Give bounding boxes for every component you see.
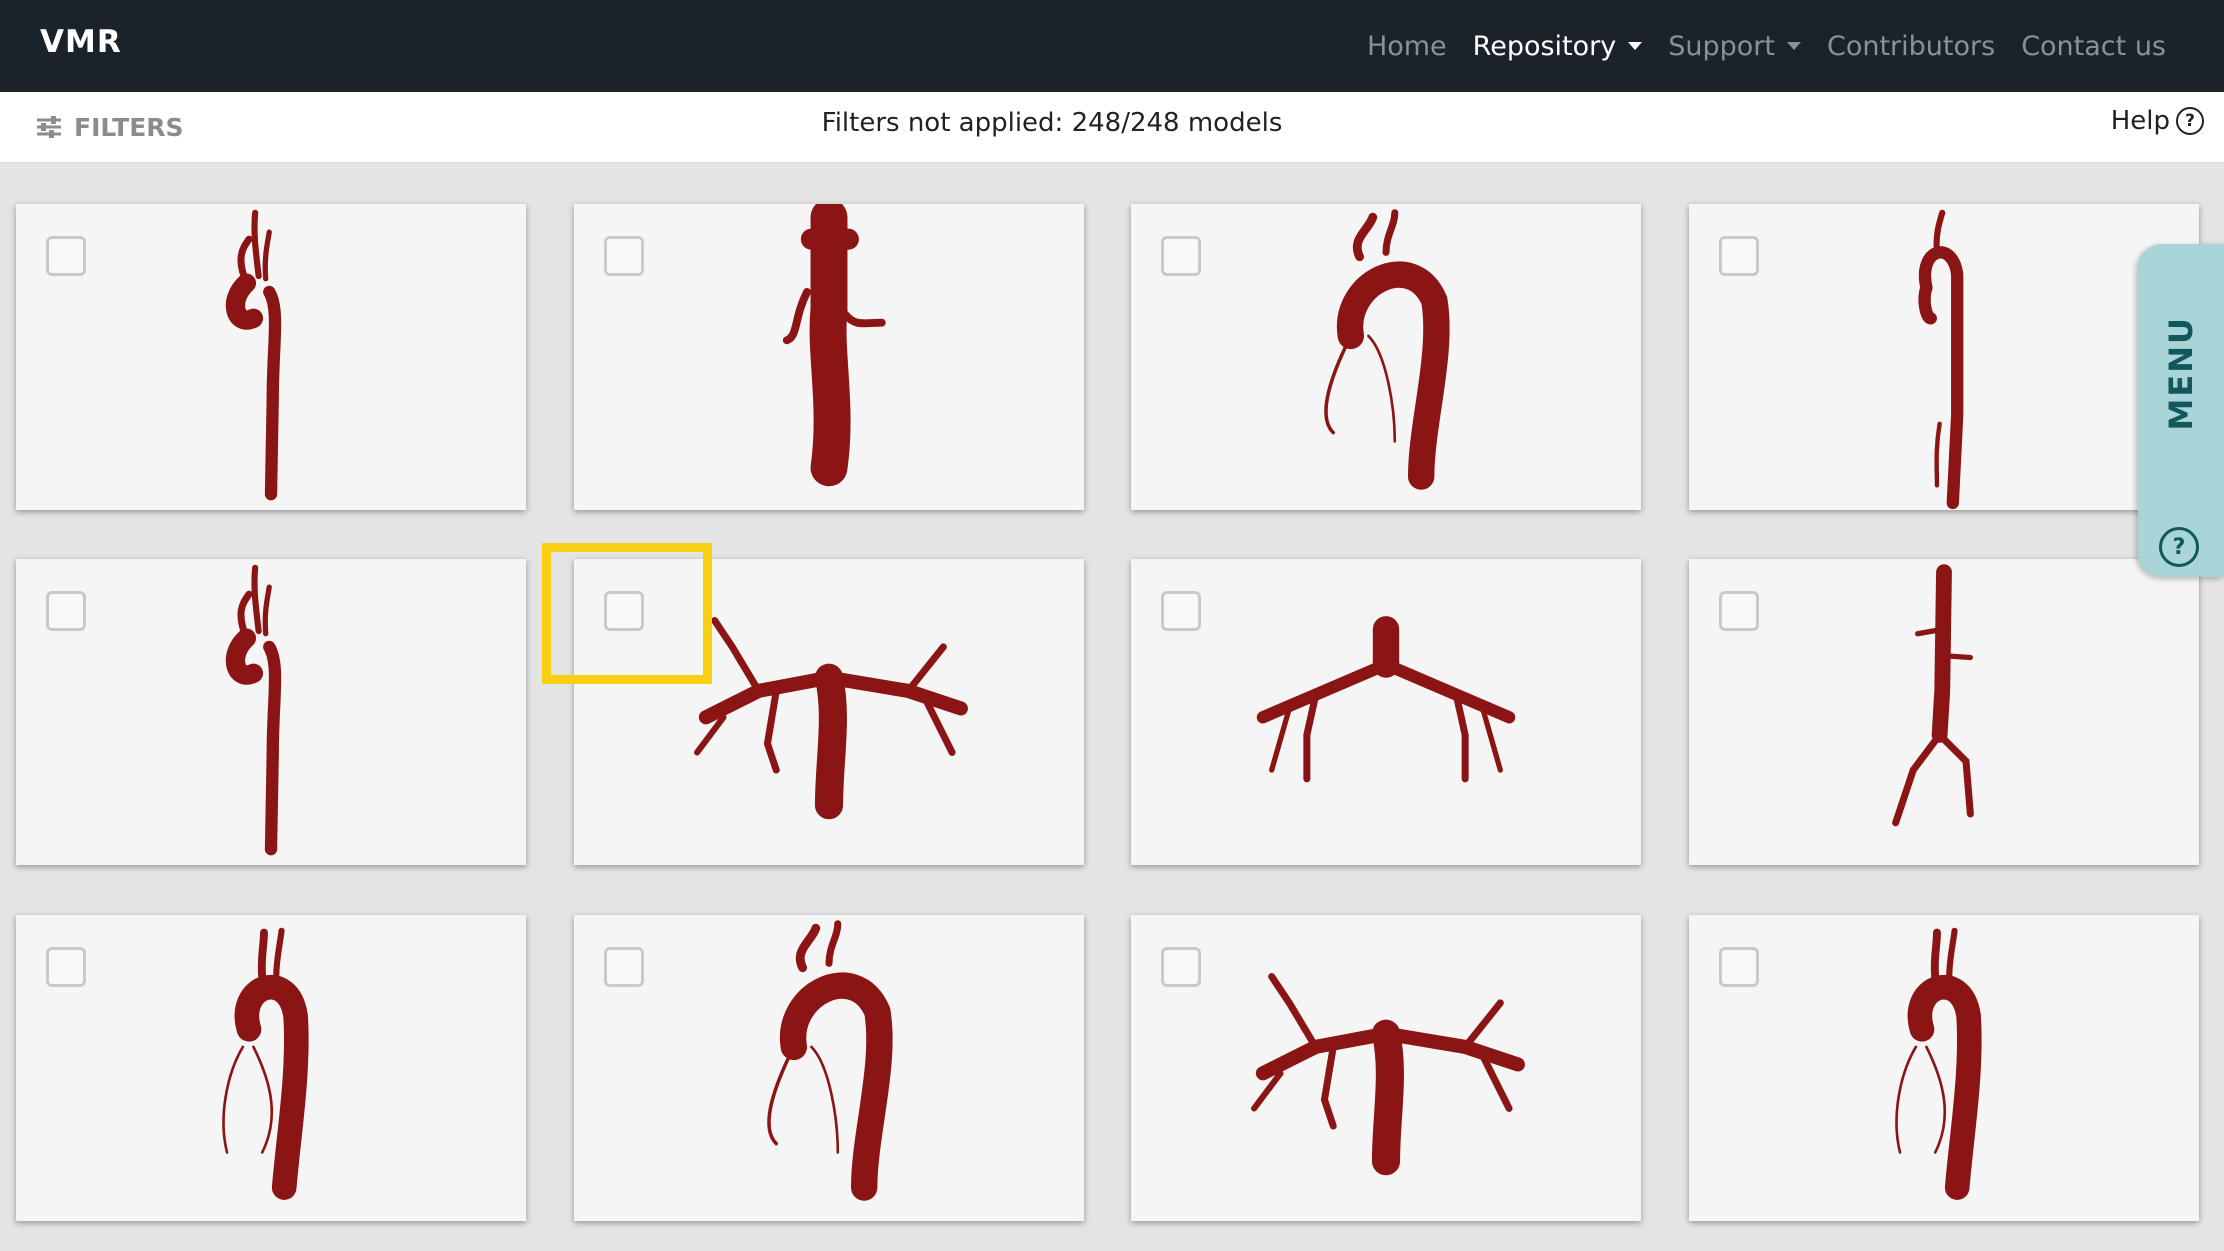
caret-down-icon: [1786, 42, 1801, 50]
filter-status-text: Filters not applied: 248/248 models: [821, 108, 1283, 138]
model-card[interactable]: [1131, 915, 1641, 1221]
nav-link-home[interactable]: Home: [1367, 31, 1447, 62]
nav-links: Home Repository Support Contributors Con…: [1341, 0, 2166, 92]
model-select-checkbox[interactable]: [1161, 947, 1201, 987]
help-label: Help: [2110, 106, 2170, 136]
model-select-checkbox[interactable]: [1719, 236, 1759, 276]
question-circle-icon: ?: [2176, 107, 2204, 135]
nav-link-label: Support: [1668, 30, 1775, 62]
model-select-checkbox[interactable]: [1719, 591, 1759, 631]
model-select-checkbox[interactable]: [46, 591, 86, 631]
top-navbar: VMR Home Repository Support Contributors…: [0, 0, 2224, 92]
model-select-checkbox[interactable]: [604, 236, 644, 276]
model-card[interactable]: [1131, 204, 1641, 510]
help-link[interactable]: Help ?: [2111, 106, 2204, 136]
model-card[interactable]: [574, 915, 1084, 1221]
model-card[interactable]: [16, 204, 526, 510]
model-card[interactable]: [1689, 559, 2199, 865]
nav-link-label: Contributors: [1826, 30, 1996, 62]
side-menu-tab[interactable]: MENU ?: [2138, 244, 2224, 577]
model-select-checkbox[interactable]: [1161, 236, 1201, 276]
model-select-checkbox[interactable]: [46, 236, 86, 276]
model-select-checkbox[interactable]: [604, 591, 644, 631]
nav-link-support[interactable]: Support: [1668, 31, 1801, 62]
nav-link-repository[interactable]: Repository: [1473, 31, 1643, 62]
model-card[interactable]: [574, 559, 1084, 865]
model-card[interactable]: [16, 559, 526, 865]
model-card[interactable]: [1689, 915, 2199, 1221]
question-circle-icon[interactable]: ?: [2159, 527, 2199, 567]
nav-link-contributors[interactable]: Contributors: [1827, 31, 1995, 62]
brand-logo[interactable]: VMR: [40, 24, 122, 60]
nav-link-label: Repository: [1472, 30, 1617, 62]
nav-link-contact-us[interactable]: Contact us: [2021, 31, 2166, 62]
model-card[interactable]: [1689, 204, 2199, 510]
model-select-checkbox[interactable]: [1719, 947, 1759, 987]
nav-link-label: Home: [1366, 30, 1447, 62]
model-select-checkbox[interactable]: [604, 947, 644, 987]
model-select-checkbox[interactable]: [1161, 591, 1201, 631]
nav-link-label: Contact us: [2021, 30, 2166, 62]
caret-down-icon: [1628, 42, 1643, 50]
menu-label: MENU: [2162, 316, 2200, 431]
model-card[interactable]: [574, 204, 1084, 510]
model-select-checkbox[interactable]: [46, 947, 86, 987]
filter-bar: FILTERS Filters not applied: 248/248 mod…: [0, 92, 2224, 163]
model-card[interactable]: [16, 915, 526, 1221]
model-card[interactable]: [1131, 559, 1641, 865]
